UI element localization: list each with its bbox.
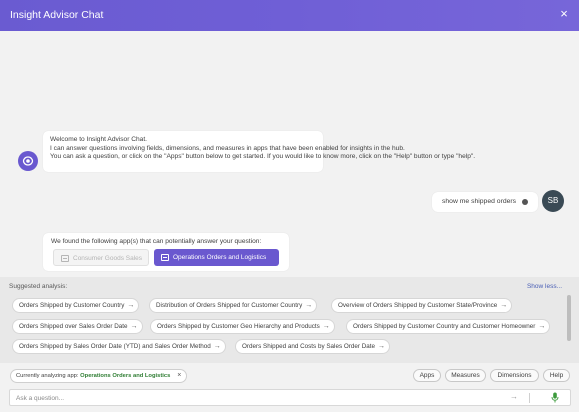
chat-header: Insight Advisor Chat ×: [0, 0, 579, 31]
suggestion-chip[interactable]: Orders Shipped by Sales Order Date (YTD)…: [12, 339, 226, 354]
arrow-right-icon: →: [538, 323, 546, 330]
close-icon[interactable]: ×: [557, 7, 571, 21]
arrow-right-icon: →: [213, 343, 221, 350]
current-app-pill: Currently analyzing app: Operations Orde…: [10, 369, 188, 383]
suggestion-label: Orders Shipped by Sales Order Date (YTD)…: [19, 343, 211, 350]
arrow-right-icon: →: [305, 302, 313, 309]
arrow-right-icon: →: [130, 323, 138, 330]
user-avatar: SB: [542, 190, 564, 212]
arrow-right-icon: →: [127, 302, 135, 309]
suggestion-label: Orders Shipped and Costs by Sales Order …: [242, 343, 376, 350]
suggestion-chip[interactable]: Orders Shipped by Customer Country and C…: [346, 319, 551, 334]
suggested-label: Suggested analysis:: [9, 283, 68, 290]
user-message-text: show me shipped orders: [442, 198, 517, 205]
suggestion-label: Overview of Orders Shipped by Customer S…: [338, 302, 498, 309]
microphone-icon[interactable]: [551, 392, 559, 403]
welcome-line: I can answer questions involving fields,…: [50, 144, 405, 152]
user-message: show me shipped orders: [432, 192, 538, 212]
suggestion-label: Orders Shipped by Customer Country: [19, 302, 125, 309]
current-app-prefix: Currently analyzing app:: [16, 373, 79, 379]
suggestion-label: Orders Shipped by Customer Country and C…: [353, 323, 536, 330]
app-icon: [61, 255, 69, 262]
dimensions-button[interactable]: Dimensions: [490, 369, 539, 382]
welcome-line: You can ask a question, or click on the …: [50, 153, 476, 161]
divider: [529, 393, 530, 403]
suggestion-chip[interactable]: Orders Shipped over Sales Order Date →: [12, 319, 143, 334]
suggestion-chip[interactable]: Orders Shipped by Customer Geo Hierarchy…: [150, 319, 335, 334]
suggestion-label: Orders Shipped by Customer Geo Hierarchy…: [157, 323, 320, 330]
suggested-analysis-panel: Suggested analysis: Show less... Orders …: [0, 277, 579, 363]
bot-avatar: [18, 151, 38, 171]
app-button-consumer-goods-sales[interactable]: Consumer Goods Sales: [53, 249, 149, 266]
question-box: →: [9, 389, 571, 406]
app-button-operations-orders[interactable]: Operations Orders and Logistics: [154, 249, 279, 266]
suggestion-chip[interactable]: Orders Shipped by Customer Country →: [12, 298, 140, 313]
question-input[interactable]: [16, 392, 496, 404]
suggestions-scrollbar[interactable]: [567, 295, 571, 341]
suggestion-label: Orders Shipped over Sales Order Date: [19, 323, 128, 330]
app-button-label: Consumer Goods Sales: [73, 255, 143, 262]
chat-footer: Currently analyzing app: Operations Orde…: [0, 363, 579, 412]
suggestion-chip[interactable]: Overview of Orders Shipped by Customer S…: [331, 298, 513, 313]
clear-app-icon[interactable]: ×: [177, 370, 181, 382]
welcome-line: Welcome to Insight Advisor Chat.: [50, 136, 147, 143]
window-title: Insight Advisor Chat: [10, 9, 104, 21]
arrow-right-icon: →: [378, 343, 386, 350]
insight-advisor-icon: [22, 156, 34, 166]
suggestion-chip[interactable]: Orders Shipped and Costs by Sales Order …: [235, 339, 391, 354]
suggestion-label: Distribution of Orders Shipped for Custo…: [156, 302, 303, 309]
app-icon: [161, 254, 169, 261]
show-less-link[interactable]: Show less...: [527, 283, 562, 290]
measures-button[interactable]: Measures: [445, 369, 486, 382]
apps-found-label: We found the following app(s) that can p…: [51, 238, 262, 245]
current-app-name: Operations Orders and Logistics: [80, 373, 171, 379]
send-arrow-icon[interactable]: →: [510, 392, 518, 401]
message-status-icon: [522, 199, 528, 205]
help-button[interactable]: Help: [543, 369, 570, 382]
arrow-right-icon: →: [500, 302, 508, 309]
suggestion-chip[interactable]: Distribution of Orders Shipped for Custo…: [149, 298, 318, 313]
welcome-message: Welcome to Insight Advisor Chat. I can a…: [43, 131, 476, 172]
apps-found-message: We found the following app(s) that can p…: [43, 233, 289, 271]
app-button-label: Operations Orders and Logistics: [173, 254, 267, 261]
apps-button[interactable]: Apps: [413, 369, 441, 382]
arrow-right-icon: →: [322, 323, 330, 330]
